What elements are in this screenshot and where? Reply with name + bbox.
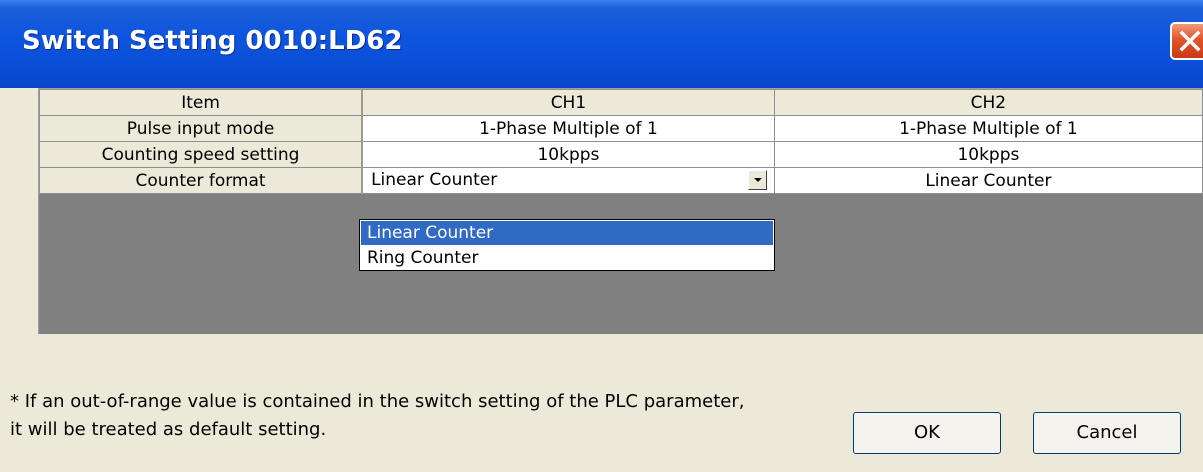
- table-header-row: Item CH1 CH2: [39, 89, 1203, 116]
- table-row: Counting speed setting 10kpps 10kpps: [39, 141, 1203, 168]
- footnote: * If an out-of-range value is contained …: [10, 388, 830, 444]
- close-icon: [1179, 30, 1201, 52]
- row-label-counting-speed: Counting speed setting: [39, 141, 364, 168]
- column-header-ch2: CH2: [773, 89, 1203, 116]
- cell-ch2-counter-format[interactable]: Linear Counter: [773, 167, 1203, 194]
- footnote-line-1: * If an out-of-range value is contained …: [10, 391, 745, 412]
- title-bar[interactable]: Switch Setting 0010:LD62: [0, 0, 1203, 88]
- dropdown-option-ring-counter[interactable]: Ring Counter: [361, 246, 773, 270]
- column-header-ch1: CH1: [361, 89, 775, 116]
- cell-ch1-pulse-input-mode[interactable]: 1-Phase Multiple of 1: [361, 115, 775, 142]
- cell-ch2-counting-speed[interactable]: 10kpps: [773, 141, 1203, 168]
- dropdown-option-linear-counter[interactable]: Linear Counter: [361, 221, 773, 245]
- chevron-down-icon[interactable]: [747, 170, 767, 190]
- settings-table: Item CH1 CH2 Pulse input mode 1-Phase Mu…: [39, 89, 1203, 194]
- footnote-line-2: it will be treated as default setting.: [10, 419, 327, 440]
- cell-ch1-counting-speed[interactable]: 10kpps: [361, 141, 775, 168]
- counter-format-dropdown-list: Linear Counter Ring Counter: [359, 219, 775, 271]
- row-label-counter-format: Counter format: [39, 167, 364, 194]
- cancel-button[interactable]: Cancel: [1033, 412, 1181, 454]
- column-header-item: Item: [39, 89, 364, 116]
- combo-value: Linear Counter: [371, 170, 498, 190]
- close-button[interactable]: [1170, 22, 1203, 60]
- cell-ch2-pulse-input-mode[interactable]: 1-Phase Multiple of 1: [773, 115, 1203, 142]
- counter-format-ch1-select[interactable]: Linear Counter: [361, 167, 775, 194]
- window-title: Switch Setting 0010:LD62: [22, 26, 403, 56]
- table-row: Pulse input mode 1-Phase Multiple of 1 1…: [39, 115, 1203, 142]
- switch-setting-dialog: Switch Setting 0010:LD62 Item CH1 CH2 Pu…: [0, 0, 1203, 472]
- ok-button[interactable]: OK: [853, 412, 1001, 454]
- table-row: Counter format Linear Counter Linear Cou…: [39, 167, 1203, 194]
- settings-grid-frame: Item CH1 CH2 Pulse input mode 1-Phase Mu…: [38, 88, 1203, 334]
- row-label-pulse-input-mode: Pulse input mode: [39, 115, 364, 142]
